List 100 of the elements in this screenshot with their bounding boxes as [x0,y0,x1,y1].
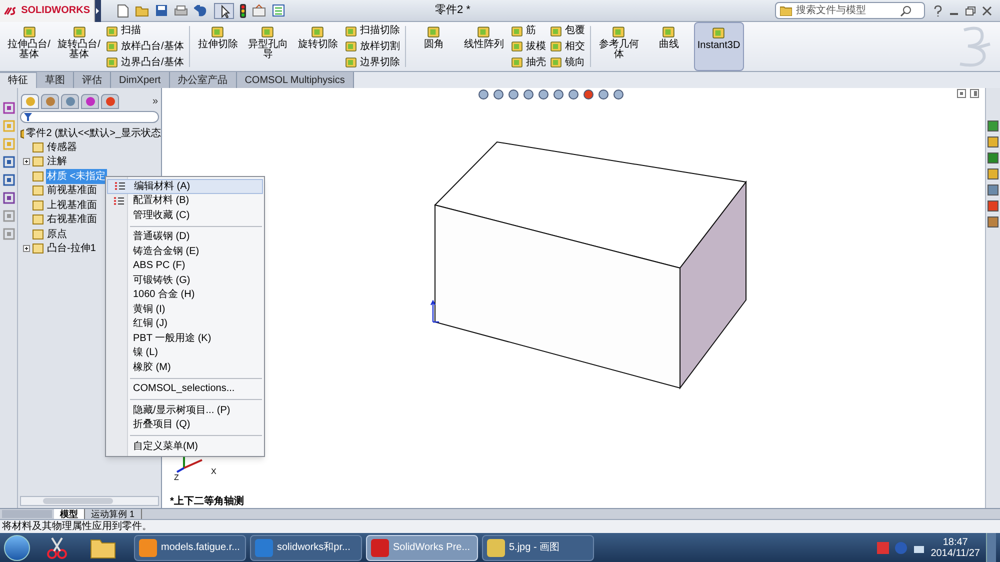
scene-icon[interactable] [598,89,609,100]
panel-tab[interactable] [81,94,99,109]
hide-show-icon[interactable] [568,89,579,100]
tool-icon[interactable] [2,156,14,168]
ribbon-tab[interactable]: COMSOL Multiphysics [236,72,354,88]
tool-icon[interactable] [2,102,14,114]
options-icon[interactable] [252,4,266,17]
clock-date[interactable]: 2014/11/27 [930,548,980,558]
ribbon-button[interactable]: 筋 [510,23,546,38]
task-pane-icon[interactable] [987,216,999,228]
ribbon-button[interactable]: 线性阵列 [458,22,509,71]
search-icon[interactable] [900,4,912,16]
ribbon-tab[interactable]: 办公室产品 [170,72,237,88]
display-style-icon[interactable] [553,89,564,100]
taskbar-button[interactable]: models.fatigue.r... [134,534,246,560]
panel-tab[interactable] [101,94,119,109]
folder-icon[interactable] [135,4,149,16]
feature-icon [211,25,224,38]
tree-item[interactable]: 传感器 [46,140,78,155]
help-icon[interactable] [933,4,943,16]
tree-node-icon [32,170,44,182]
select-pointer-icon[interactable] [214,2,234,18]
printer-icon[interactable] [174,4,188,16]
ribbon-button[interactable]: 曲线 [644,22,694,71]
search-input[interactable]: 搜索文件与模型 [796,3,896,18]
ribbon-button[interactable]: Instant3D [694,22,744,71]
taskbar-button[interactable]: solidworks和pr... [250,534,362,560]
ribbon-button[interactable]: 旋转凸台/基体 [54,22,104,71]
ribbon-button[interactable]: 边界凸台/基体 [106,54,184,70]
task-pane-icon[interactable] [987,200,999,212]
ribbon-button[interactable]: 圆角 [408,22,459,71]
tree-node-icon [32,156,44,168]
menu-item[interactable]: 编辑材料 (A) [107,179,263,194]
traffic-light-icon[interactable] [240,4,246,18]
new-document-icon[interactable] [117,4,129,18]
expand-icon[interactable] [22,245,30,252]
close-icon[interactable] [982,6,992,16]
menu-arrow-button[interactable] [95,0,101,22]
tree-item[interactable]: 原点 [46,226,68,242]
ribbon-button[interactable]: 抽壳 [510,54,546,70]
task-pane-icon[interactable] [987,184,999,196]
filter-field[interactable] [20,111,159,123]
section-view-icon[interactable] [523,89,534,100]
tree-item[interactable]: 注解 [46,154,68,170]
ribbon-button[interactable]: 放样凸台/基体 [106,38,184,54]
ribbon-button[interactable]: 相交 [550,38,585,54]
box-model-drawing[interactable] [433,140,747,390]
expand-icon[interactable] [22,158,30,166]
ribbon-button[interactable]: 拔模 [510,38,546,54]
ribbon-button[interactable]: 拉伸凸台/基体 [4,22,54,71]
ribbon-button[interactable]: 放样切割 [344,38,400,54]
tree-item[interactable]: 上视基准面 [46,198,98,213]
tile-icon[interactable] [957,89,966,98]
panel-tab[interactable] [21,94,39,109]
bottom-tab[interactable]: 模型 [54,508,85,520]
task-pane-icon[interactable] [987,120,999,132]
feature-icon [712,26,726,39]
task-pane-icon[interactable] [987,152,999,164]
tool-icon[interactable] [2,192,14,204]
tree-item[interactable]: 凸台-拉伸1 [46,241,97,256]
ribbon-button[interactable]: 扫描 [106,23,184,38]
clock-time[interactable]: 18:47 [942,536,968,548]
tree-item[interactable]: 右视基准面 [46,212,98,228]
ribbon-button[interactable]: 包覆 [550,23,585,38]
ribbon-button[interactable]: 边界切除 [344,54,400,70]
search-field[interactable]: 搜索文件与模型 [775,2,925,19]
tree-item[interactable]: 前视基准面 [46,183,98,198]
ribbon-tab[interactable]: 评估 [74,72,111,88]
horizontal-scrollbar[interactable] [20,496,159,506]
restore-icon[interactable] [965,6,976,16]
save-icon[interactable] [155,4,168,17]
tool-icon[interactable] [2,174,14,186]
ribbon-button[interactable]: 拉伸切除 [192,22,243,71]
view-settings-icon[interactable] [613,89,624,100]
ribbon-button[interactable]: 镜向 [550,54,585,70]
more-tabs-button[interactable]: » [152,94,158,109]
appearance-icon[interactable] [583,89,594,100]
ribbon-button[interactable]: 异型孔向导 [242,22,293,71]
ribbon-button[interactable]: 扫描切除 [344,23,400,38]
ribbon-tab[interactable]: 草图 [37,72,74,88]
checklist-icon[interactable] [272,4,285,17]
view-orientation-icon[interactable] [538,89,549,100]
task-pane-icon[interactable] [987,136,999,148]
app-logo[interactable]: SOLIDWORKS [0,0,95,22]
ribbon-tab[interactable]: DimXpert [111,72,170,88]
zoom-area-icon[interactable] [493,89,504,100]
ribbon-button[interactable]: 旋转切除 [292,22,343,71]
previous-view-icon[interactable] [508,89,519,100]
part-icon [20,128,24,138]
start-button[interactable] [4,534,30,560]
tree-item[interactable]: 零件2 (默认<<默认>_显示状态 [26,126,161,140]
folder-icon[interactable] [90,536,116,558]
tile-icon[interactable] [970,89,979,98]
ribbon-tab[interactable]: 特征 [0,72,37,88]
undo-icon[interactable] [194,4,208,16]
task-pane-icon[interactable] [987,168,999,180]
taskbar-button[interactable]: 5.jpg - 画图 [482,534,594,560]
ribbon-button[interactable]: 参考几何体 [594,22,644,71]
zoom-to-fit-icon[interactable] [478,89,489,100]
app-icon [255,538,273,556]
